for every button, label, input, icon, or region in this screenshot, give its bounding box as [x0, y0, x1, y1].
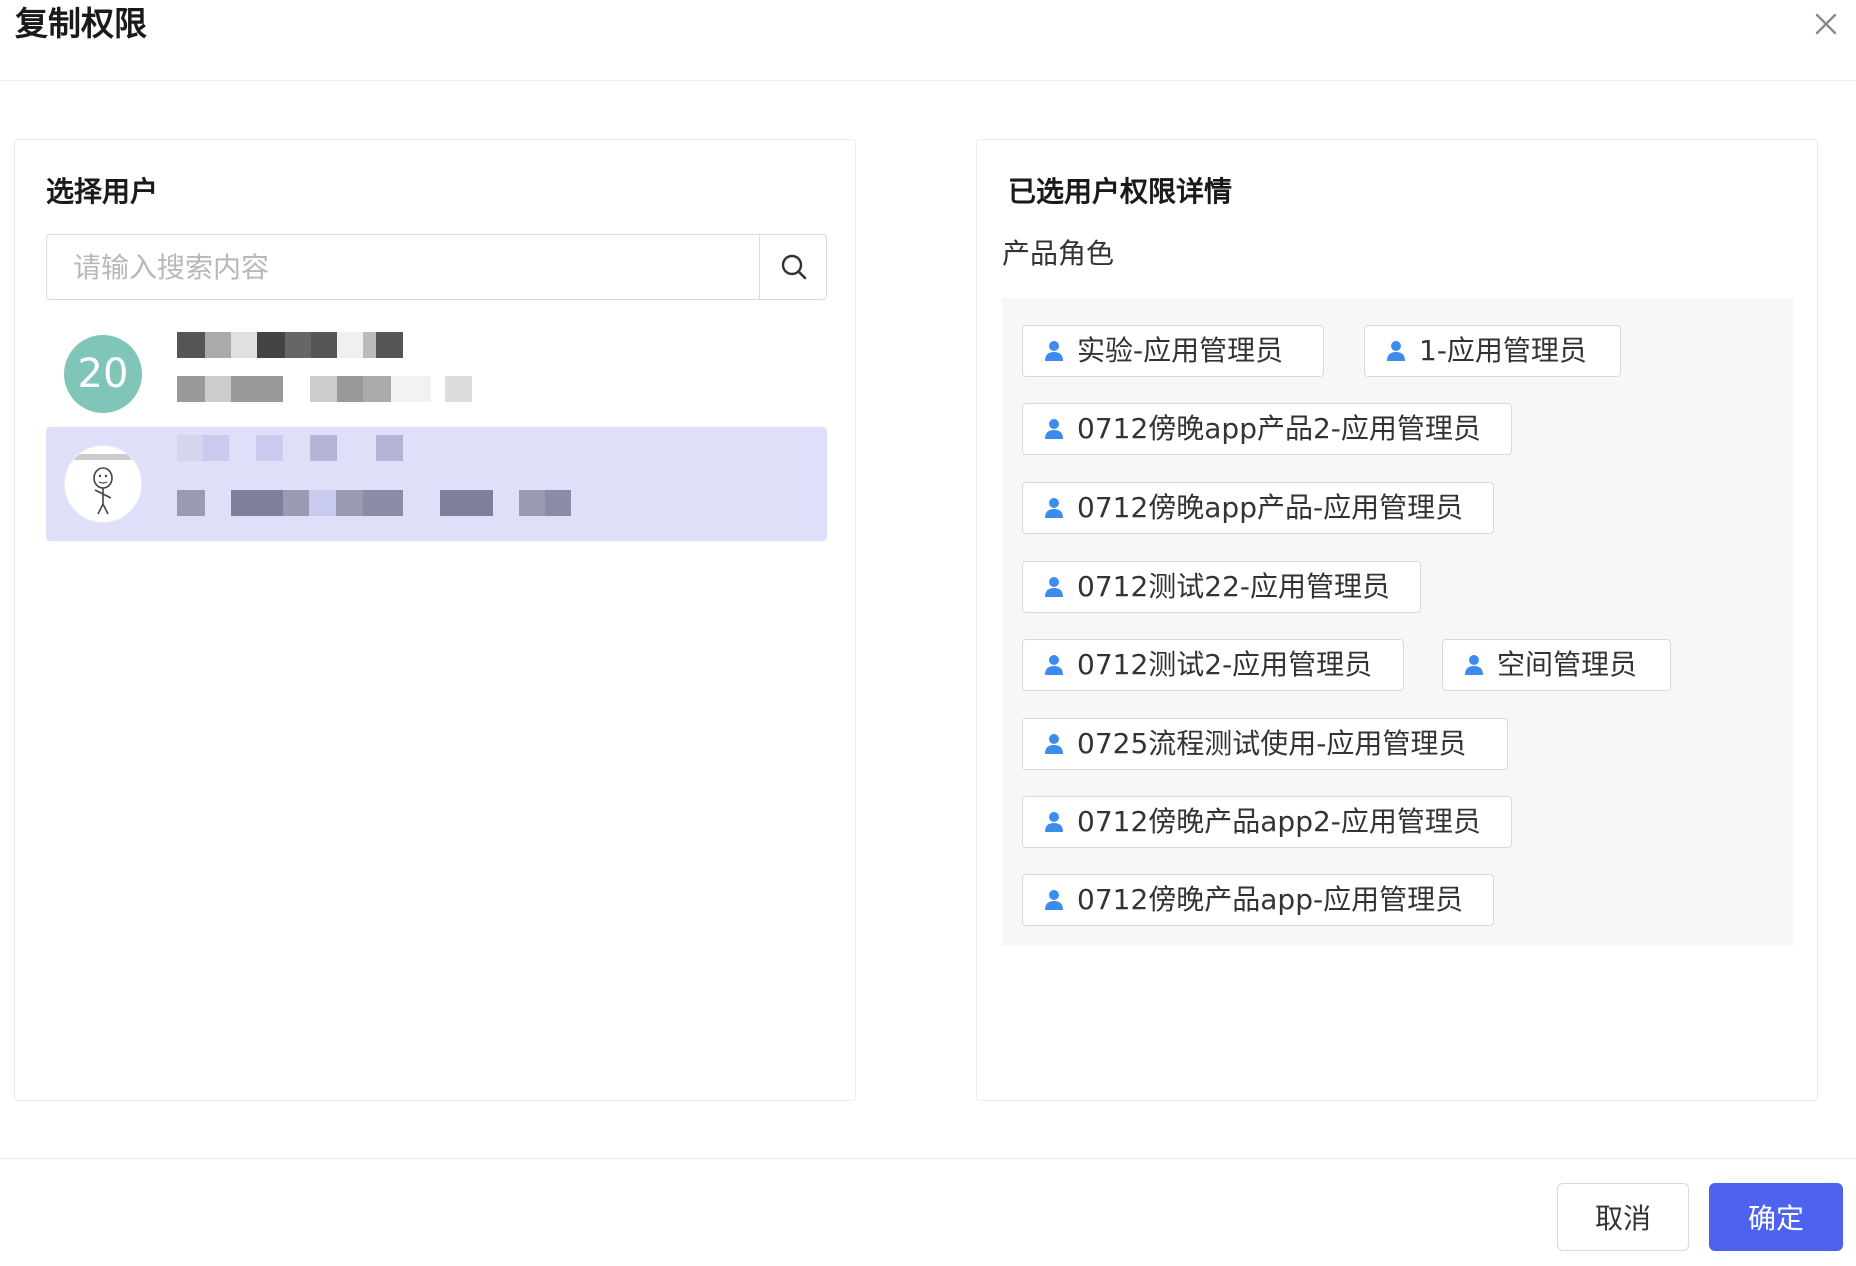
role-tag: 0712傍晚app产品-应用管理员: [1022, 482, 1494, 534]
role-tag-label: 0712傍晚产品app-应用管理员: [1077, 883, 1464, 916]
search-input[interactable]: [47, 235, 759, 299]
role-tag-label: 0712测试2-应用管理员: [1077, 648, 1373, 681]
role-tag-label: 0712傍晚app产品-应用管理员: [1077, 491, 1464, 524]
select-user-panel: 选择用户 20: [14, 139, 856, 1101]
role-tag: 0712测试2-应用管理员: [1022, 639, 1404, 691]
confirm-button[interactable]: 确定: [1709, 1183, 1843, 1251]
user-icon: [1045, 498, 1063, 518]
user-icon: [1465, 655, 1483, 675]
role-tag-label: 0712测试22-应用管理员: [1077, 570, 1390, 603]
cancel-button[interactable]: 取消: [1557, 1183, 1689, 1251]
role-tag-label: 0712傍晚app产品2-应用管理员: [1077, 412, 1481, 445]
role-tag: 1-应用管理员: [1364, 325, 1621, 377]
role-tag: 实验-应用管理员: [1022, 325, 1324, 377]
role-tag: 0712傍晚app产品2-应用管理员: [1022, 403, 1512, 455]
user-list-item-selected[interactable]: [46, 427, 827, 541]
user-list-item[interactable]: 20: [46, 317, 827, 431]
dialog-footer: 取消 确定: [0, 1158, 1856, 1266]
product-role-label: 产品角色: [1002, 237, 1115, 270]
user-icon: [1045, 655, 1063, 675]
select-user-title: 选择用户: [46, 175, 159, 208]
role-tag: 0712傍晚产品app2-应用管理员: [1022, 796, 1512, 848]
user-icon: [1045, 577, 1063, 597]
user-search-box: [46, 234, 827, 300]
search-icon: [781, 254, 806, 280]
role-tag-list: 实验-应用管理员 1-应用管理员 0712傍晚app产品2-应用管理员 0712…: [1002, 298, 1793, 946]
role-tag-label: 0712傍晚产品app2-应用管理员: [1077, 805, 1481, 838]
dialog-header: 复制权限: [0, 0, 1856, 81]
role-tag: 空间管理员: [1442, 639, 1671, 691]
avatar-graphic: [73, 454, 133, 515]
permission-detail-title: 已选用户权限详情: [1008, 175, 1233, 208]
role-tag: 0712测试22-应用管理员: [1022, 561, 1421, 613]
cartoon-avatar-icon: [64, 445, 142, 523]
avatar-text: 20: [77, 351, 129, 397]
user-icon: [1045, 341, 1063, 361]
search-button[interactable]: [759, 235, 827, 299]
user-icon: [1045, 890, 1063, 910]
dialog-title: 复制权限: [15, 4, 147, 43]
role-tag-label: 实验-应用管理员: [1077, 334, 1284, 367]
user-icon: [1045, 419, 1063, 439]
user-icon: [1045, 812, 1063, 832]
role-tag-label: 1-应用管理员: [1419, 334, 1587, 367]
close-icon[interactable]: [1808, 6, 1844, 42]
user-icon: [1045, 734, 1063, 754]
role-tag: 0725流程测试使用-应用管理员: [1022, 718, 1508, 770]
user-icon: [1387, 341, 1405, 361]
permission-detail-panel: 已选用户权限详情 产品角色 实验-应用管理员 1-应用管理员 0712傍晚app…: [976, 139, 1818, 1101]
avatar: 20: [64, 335, 142, 413]
copy-permission-dialog: 复制权限 选择用户 20: [0, 0, 1856, 1266]
close-icon-graphic: [1815, 13, 1837, 35]
role-tag: 0712傍晚产品app-应用管理员: [1022, 874, 1494, 926]
role-tag-label: 空间管理员: [1497, 648, 1638, 681]
role-tag-label: 0725流程测试使用-应用管理员: [1077, 727, 1467, 760]
